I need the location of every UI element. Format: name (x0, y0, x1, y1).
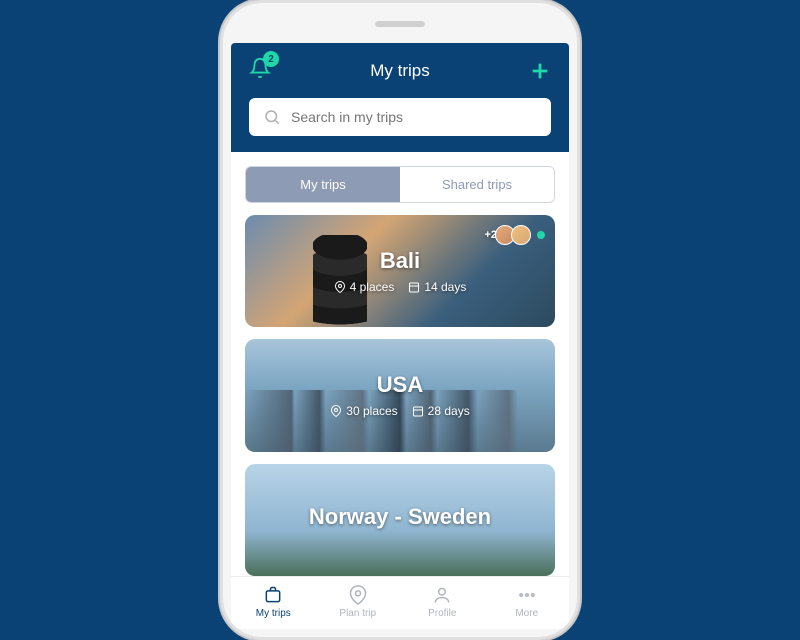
tab-my-trips[interactable]: My trips (246, 167, 400, 202)
trip-places: 30 places (346, 404, 397, 418)
trip-name: Norway - Sweden (309, 504, 491, 530)
trip-card-bali[interactable]: +2 Bali 4 places 14 days (245, 215, 555, 327)
add-trip-button[interactable] (529, 60, 551, 82)
nav-more[interactable]: More (485, 585, 570, 619)
trip-list: +2 Bali 4 places 14 days USA 30 places 2… (245, 215, 555, 576)
more-icon (517, 585, 537, 605)
bottom-nav: My trips Plan trip Profile More (231, 576, 569, 629)
trip-name: Bali (380, 248, 420, 274)
pin-icon (330, 405, 342, 417)
status-dot (537, 231, 545, 239)
trip-days: 28 days (428, 404, 470, 418)
shared-avatars: +2 (484, 225, 545, 245)
nav-plan-trip[interactable]: Plan trip (316, 585, 401, 619)
nav-label: More (515, 608, 538, 619)
pin-icon (334, 281, 346, 293)
nav-label: Profile (428, 608, 456, 619)
nav-label: Plan trip (339, 608, 376, 619)
tab-shared-trips[interactable]: Shared trips (400, 167, 554, 202)
phone-frame: 2 My trips My trips Shared trips +2 Bali… (220, 0, 580, 640)
calendar-icon (408, 281, 420, 293)
trip-card-norway[interactable]: Norway - Sweden (245, 464, 555, 576)
search-icon (263, 108, 281, 126)
content-area: My trips Shared trips +2 Bali 4 places 1… (231, 152, 569, 576)
calendar-icon (412, 405, 424, 417)
nav-label: My trips (256, 608, 291, 619)
search-input[interactable] (249, 98, 551, 136)
nav-profile[interactable]: Profile (400, 585, 485, 619)
notifications-button[interactable]: 2 (249, 57, 271, 84)
page-title: My trips (370, 61, 430, 81)
trip-tabs: My trips Shared trips (245, 166, 555, 203)
profile-icon (432, 585, 452, 605)
trip-card-usa[interactable]: USA 30 places 28 days (245, 339, 555, 451)
search-field[interactable] (291, 109, 537, 125)
pin-icon (348, 585, 368, 605)
nav-my-trips[interactable]: My trips (231, 585, 316, 619)
trip-name: USA (377, 372, 423, 398)
trip-places: 4 places (350, 280, 395, 294)
trip-days: 14 days (424, 280, 466, 294)
avatar (511, 225, 531, 245)
app-screen: 2 My trips My trips Shared trips +2 Bali… (231, 43, 569, 629)
suitcase-icon (263, 585, 283, 605)
app-header: 2 My trips (231, 43, 569, 152)
notification-badge: 2 (263, 51, 279, 67)
